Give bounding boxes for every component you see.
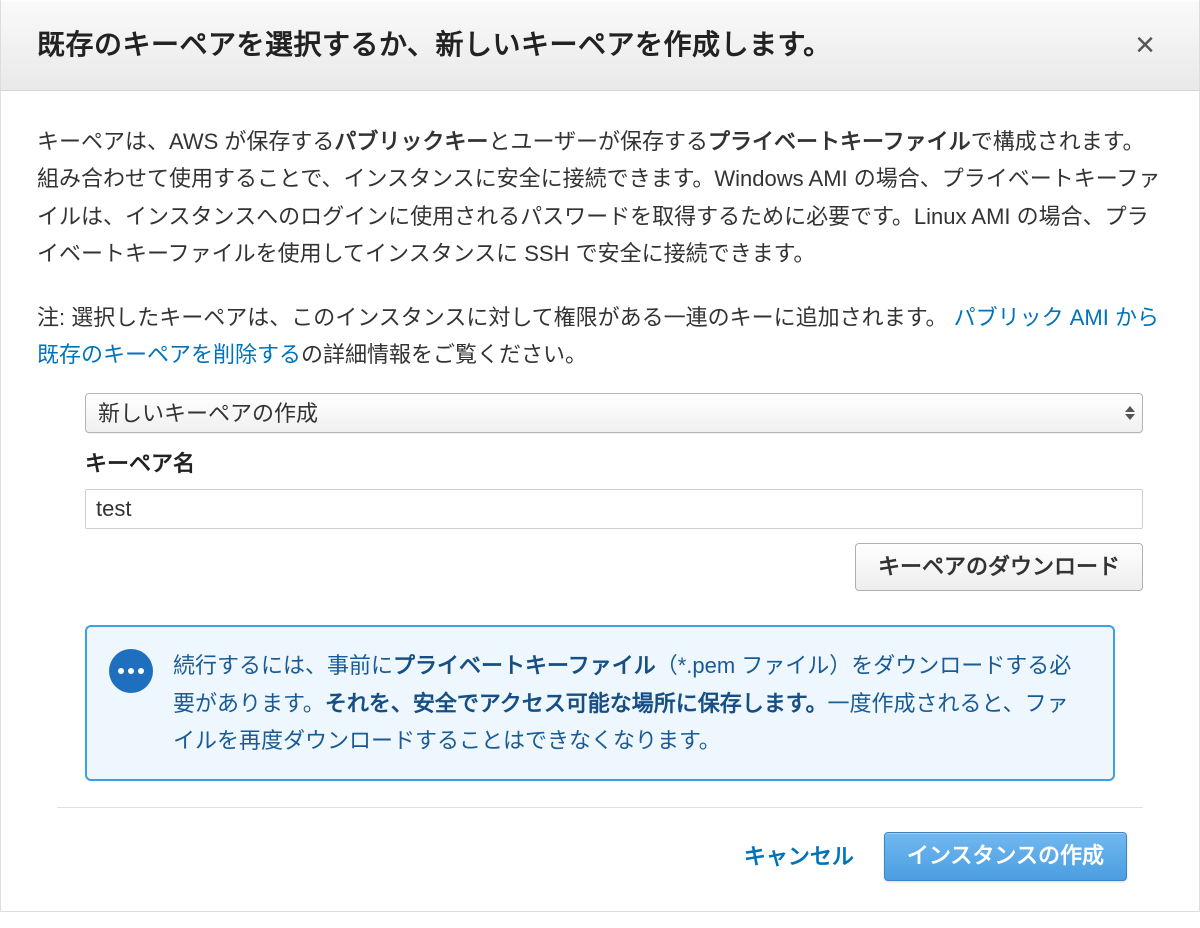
form-area: 新しいキーペアの作成 キーペア名 キーペアのダウンロード	[37, 393, 1163, 591]
info-bold-save-safely: それを、安全でアクセス可能な場所に保存します。	[325, 691, 828, 716]
info-bold-private-key-file: プライベートキーファイル	[393, 653, 656, 678]
dialog-footer: キャンセル インスタンスの作成	[57, 807, 1143, 910]
intro-text-2: とユーザーが保存する	[488, 129, 708, 154]
keypair-dialog: 既存のキーペアを選択するか、新しいキーペアを作成します。 × キーペアは、AWS…	[0, 0, 1200, 912]
info-box: 続行するには、事前にプライベートキーファイル（*.pem ファイル）をダウンロー…	[85, 625, 1115, 781]
keypair-name-label: キーペア名	[85, 445, 1143, 482]
dialog-header: 既存のキーペアを選択するか、新しいキーペアを作成します。 ×	[1, 0, 1199, 91]
intro-bold-public-key: パブリックキー	[334, 129, 488, 154]
intro-paragraph: キーペアは、AWS が保存するパブリックキーとユーザーが保存するプライベートキー…	[37, 123, 1163, 273]
cancel-button[interactable]: キャンセル	[744, 838, 854, 875]
dialog-title: 既存のキーペアを選択するか、新しいキーペアを作成します。	[37, 27, 832, 63]
intro-bold-private-key-file: プライベートキーファイル	[708, 129, 971, 154]
note-paragraph: 注: 選択したキーペアは、このインスタンスに対して権限がある一連のキーに追加され…	[37, 299, 1163, 374]
info-text-1: 続行するには、事前に	[173, 653, 393, 678]
dialog-body: キーペアは、AWS が保存するパブリックキーとユーザーが保存するプライベートキー…	[1, 91, 1199, 911]
download-keypair-button[interactable]: キーペアのダウンロード	[855, 543, 1143, 591]
note-suffix: の詳細情報をご覧ください。	[301, 342, 587, 367]
keypair-name-input[interactable]	[85, 489, 1143, 529]
launch-instance-button[interactable]: インスタンスの作成	[884, 832, 1127, 880]
download-row: キーペアのダウンロード	[85, 543, 1143, 591]
keypair-action-select[interactable]: 新しいキーペアの作成	[85, 393, 1143, 433]
close-icon[interactable]: ×	[1127, 24, 1163, 66]
note-prefix: 注: 選択したキーペアは、このインスタンスに対して権限がある一連のキーに追加され…	[37, 305, 948, 330]
info-text: 続行するには、事前にプライベートキーファイル（*.pem ファイル）をダウンロー…	[173, 647, 1087, 759]
intro-text-1: キーペアは、AWS が保存する	[37, 129, 334, 154]
info-icon	[109, 649, 153, 693]
keypair-select-wrap: 新しいキーペアの作成	[85, 393, 1143, 433]
